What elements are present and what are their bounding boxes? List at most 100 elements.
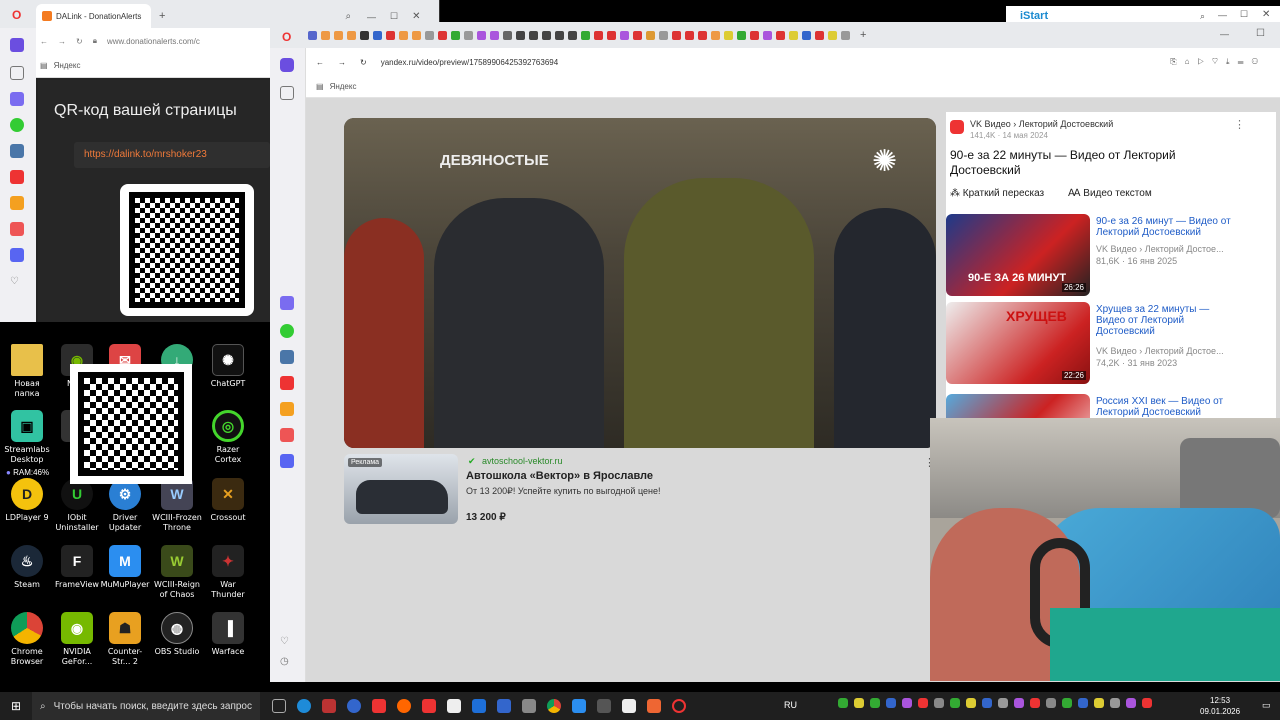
tray-icon[interactable] bbox=[966, 698, 976, 708]
tray-icon[interactable] bbox=[886, 698, 896, 708]
tray-icon[interactable] bbox=[950, 698, 960, 708]
forward-icon[interactable]: → bbox=[58, 37, 66, 46]
url-text[interactable]: yandex.ru/video/preview/1758990642539276… bbox=[381, 58, 558, 67]
back-icon[interactable]: ← bbox=[316, 58, 324, 67]
desktop-icon-war-thunder[interactable]: ✦ War Thunder bbox=[203, 545, 253, 600]
desktop-icon-streamlabs[interactable]: ▣ Streamlabs Desktop bbox=[2, 410, 52, 465]
chrome-icon[interactable] bbox=[547, 699, 561, 713]
outlook-icon[interactable] bbox=[472, 699, 486, 713]
tray-icon[interactable] bbox=[902, 698, 912, 708]
tray-icon[interactable] bbox=[918, 698, 928, 708]
tab-icon[interactable] bbox=[789, 30, 798, 40]
home-icon[interactable] bbox=[10, 38, 24, 52]
yandex-icon[interactable] bbox=[280, 376, 294, 390]
tab-icon[interactable] bbox=[828, 30, 837, 40]
notifications-icon[interactable]: ▭ bbox=[1262, 700, 1271, 711]
desktop-icon-iobit[interactable]: U IObit Uninstaller bbox=[52, 478, 102, 533]
tab-icon[interactable] bbox=[516, 30, 525, 40]
forward-icon[interactable]: → bbox=[338, 58, 346, 67]
tab-icon[interactable] bbox=[321, 30, 330, 40]
discord-icon[interactable] bbox=[280, 454, 294, 468]
desktop-icon-new-folder[interactable]: Новая папка bbox=[2, 344, 52, 399]
tab-icon[interactable] bbox=[737, 30, 746, 40]
close-icon[interactable]: ✕ bbox=[1262, 9, 1270, 20]
tab-icon[interactable] bbox=[633, 30, 642, 40]
tray-icon[interactable] bbox=[998, 698, 1008, 708]
app-icon[interactable] bbox=[622, 699, 636, 713]
crypto-icon[interactable] bbox=[10, 196, 24, 210]
heart-icon[interactable]: ♡ bbox=[10, 276, 24, 290]
tab-icon[interactable] bbox=[308, 30, 317, 40]
taskbar-search[interactable]: ⌕ Чтобы начать поиск, введите здесь запр… bbox=[32, 692, 260, 720]
related-title[interactable]: 90-е за 26 минут — Видео от Лекторий Дос… bbox=[1096, 216, 1236, 238]
desktop-icon-steam[interactable]: ♨ Steam bbox=[2, 545, 52, 590]
search-tabs-icon[interactable]: ⌕ bbox=[345, 11, 351, 22]
summary-button[interactable]: ⁂ Краткий пересказ bbox=[950, 188, 1044, 199]
app-icon[interactable] bbox=[497, 699, 511, 713]
tray-icon[interactable] bbox=[870, 698, 880, 708]
tab-icon[interactable] bbox=[503, 30, 512, 40]
app-icon[interactable] bbox=[322, 699, 336, 713]
edge-icon[interactable] bbox=[297, 699, 311, 713]
tab-icon[interactable] bbox=[763, 30, 772, 40]
tab-icon[interactable] bbox=[464, 30, 473, 40]
maximize-icon[interactable]: ☐ bbox=[1240, 9, 1248, 20]
extension-icons[interactable]: ⎘⌂▷♡⤓☰⚇ bbox=[1170, 57, 1266, 67]
tray-icon[interactable] bbox=[1126, 698, 1136, 708]
clock[interactable]: 12:53 09.01.2026 bbox=[1200, 695, 1240, 717]
language-indicator[interactable]: RU bbox=[784, 700, 797, 710]
maximize-icon[interactable]: ☐ bbox=[390, 11, 398, 22]
desktop-icon-cs2[interactable]: ☗ Counter-Str... 2 bbox=[100, 612, 150, 667]
app-icon[interactable] bbox=[422, 699, 436, 713]
vk-icon[interactable] bbox=[10, 144, 24, 158]
tab-icon[interactable] bbox=[347, 30, 356, 40]
opera-icon[interactable] bbox=[672, 699, 686, 713]
tab-icon[interactable] bbox=[672, 30, 681, 40]
tray-icon[interactable] bbox=[1142, 698, 1152, 708]
app-icon[interactable] bbox=[280, 428, 294, 442]
related-title[interactable]: Хрущев за 22 минуты — Видео от Лекторий … bbox=[1096, 304, 1236, 337]
star-icon[interactable] bbox=[280, 86, 294, 100]
bookmark-yandex[interactable]: Яндекс bbox=[330, 82, 357, 91]
tab-icon[interactable] bbox=[841, 30, 850, 40]
tab-icon[interactable] bbox=[555, 30, 564, 40]
desktop-icon-ldplayer[interactable]: D LDPlayer 9 bbox=[2, 478, 52, 523]
app-icon[interactable] bbox=[647, 699, 661, 713]
task-view-icon[interactable] bbox=[272, 699, 286, 713]
tab-icon[interactable] bbox=[802, 30, 811, 40]
tab-icon[interactable] bbox=[334, 30, 343, 40]
desktop-icon-wc3-frozen[interactable]: W WCIII-Frozen Throne bbox=[152, 478, 202, 533]
desktop-icon-driver-updater[interactable]: ⚙ Driver Updater bbox=[100, 478, 150, 533]
new-tab-icon[interactable]: + bbox=[159, 10, 165, 22]
desktop-icon-geforce[interactable]: ◉ NVIDIA GeFor... bbox=[52, 612, 102, 667]
tab-icon[interactable] bbox=[685, 30, 694, 40]
aria-icon[interactable] bbox=[10, 92, 24, 106]
tab-icon[interactable] bbox=[698, 30, 707, 40]
tab-icon[interactable] bbox=[373, 30, 382, 40]
app-icon[interactable] bbox=[10, 222, 24, 236]
close-icon[interactable]: ✕ bbox=[412, 11, 420, 22]
reload-icon[interactable]: ↻ bbox=[360, 58, 367, 67]
desktop-icon-mumu[interactable]: M MuMuPlayer bbox=[100, 545, 150, 590]
aria-icon[interactable] bbox=[280, 296, 294, 310]
reload-icon[interactable]: ↻ bbox=[76, 37, 83, 46]
related-video-item[interactable]: ХРУЩЕВ 22:26 Хрущев за 22 минуты — Видео… bbox=[946, 302, 1266, 384]
related-video-item[interactable]: 90-Е ЗА 26 МИНУТ 26:26 90-е за 26 минут … bbox=[946, 214, 1266, 296]
tab-icon[interactable] bbox=[412, 30, 421, 40]
tab-icon[interactable] bbox=[711, 30, 720, 40]
minimize-icon[interactable]: — bbox=[1218, 10, 1227, 20]
tray-icon[interactable] bbox=[1078, 698, 1088, 708]
tab-icon[interactable] bbox=[477, 30, 486, 40]
desktop-icon-frameview[interactable]: F FrameView bbox=[52, 545, 102, 590]
tab-icon[interactable] bbox=[750, 30, 759, 40]
more-icon[interactable]: ⋮ bbox=[1234, 118, 1245, 131]
tab-icon[interactable] bbox=[659, 30, 668, 40]
related-title[interactable]: Россия XXI век — Видео от Лекторий Досто… bbox=[1096, 396, 1236, 418]
minimize-icon[interactable]: — bbox=[367, 12, 376, 22]
tab-icon[interactable] bbox=[399, 30, 408, 40]
tab-icon[interactable] bbox=[451, 30, 460, 40]
qr-link-field[interactable]: https://dalink.to/mrshoker23 bbox=[74, 142, 270, 168]
channel-line[interactable]: VK Видео › Лекторий Достоевский bbox=[970, 119, 1113, 129]
tray-icon[interactable] bbox=[1030, 698, 1040, 708]
reddit-icon[interactable] bbox=[397, 699, 411, 713]
